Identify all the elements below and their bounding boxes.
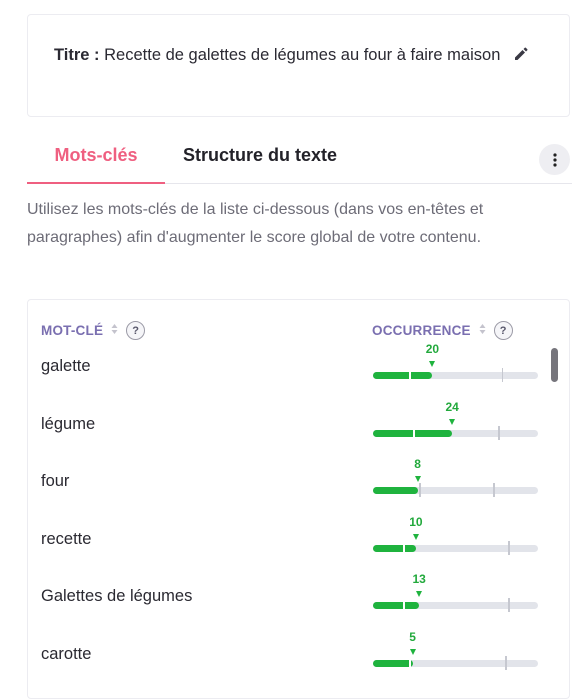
occurrence-bar: 24: [373, 400, 538, 440]
min-target-tick: [409, 368, 412, 382]
occurrence-count: 10: [409, 514, 423, 529]
kebab-menu-icon: [552, 152, 557, 167]
occurrence-fill: [373, 659, 413, 667]
max-target-tick: [505, 655, 507, 670]
keyword-label: Galettes de légumes: [41, 587, 193, 605]
tab-keywords[interactable]: Mots-clés: [27, 138, 165, 184]
sort-arrows-icon[interactable]: [111, 323, 118, 338]
scrollbar[interactable]: [551, 348, 558, 382]
current-marker-icon: [429, 361, 436, 367]
min-target-tick: [409, 655, 412, 670]
occurrence-bar: 10: [373, 515, 538, 555]
current-marker-icon: [414, 476, 421, 482]
instructions-text: Utilisez les mots-clés de la liste ci-de…: [27, 201, 484, 246]
occurrence-bar: 20: [373, 342, 538, 382]
occurrence-fill: [373, 602, 420, 609]
occurrence-bar: 8: [373, 457, 538, 497]
occurrence-bar: 13: [373, 572, 538, 612]
occurrence-fill: [373, 487, 418, 494]
max-target-tick: [493, 483, 495, 497]
keyword-label: galette: [41, 357, 91, 375]
max-target-tick: [508, 540, 510, 555]
keywords-table: MOT-CLÉ ? OCCURRENCE ? galette 20 légume 24…: [27, 299, 570, 699]
tab-text-structure[interactable]: Structure du texte: [183, 138, 337, 182]
occurrence-count: 13: [412, 572, 426, 586]
min-target-tick: [419, 483, 421, 497]
max-target-tick: [498, 425, 500, 440]
current-marker-icon: [449, 418, 456, 425]
title-card: Titre : Recette de galettes de légumes a…: [27, 14, 570, 117]
current-marker-icon: [409, 648, 416, 655]
min-target-tick: [402, 598, 405, 612]
min-target-tick: [402, 540, 405, 555]
occurrence-bar: 5: [373, 630, 538, 670]
tab-bar: Mots-clés Structure du texte: [27, 138, 572, 184]
keyword-label: carotte: [41, 644, 92, 663]
pencil-icon[interactable]: [513, 44, 529, 71]
occurrence-count: 20: [425, 342, 440, 356]
occurrence-fill: [373, 372, 433, 379]
occurrence-count: 24: [445, 399, 459, 414]
occurrence-column-header: OCCURRENCE ?: [372, 321, 513, 340]
sort-arrows-icon[interactable]: [479, 323, 486, 338]
occurrence-fill: [373, 544, 416, 552]
max-target-tick: [501, 368, 504, 382]
keyword-label: four: [41, 472, 70, 490]
min-target-tick: [412, 425, 415, 440]
keyword-label: recette: [41, 529, 92, 548]
title-text: Recette de galettes de légumes au four à…: [99, 46, 501, 64]
keyword-help-icon[interactable]: ?: [126, 321, 146, 340]
current-marker-icon: [416, 591, 423, 597]
occurrence-help-icon[interactable]: ?: [493, 321, 513, 340]
keyword-label: légume: [41, 414, 96, 433]
occurrence-count: 5: [409, 629, 416, 644]
title-label: Titre :: [54, 46, 100, 64]
occurrence-count: 8: [414, 457, 421, 471]
max-target-tick: [508, 598, 510, 612]
keyword-column-header: MOT-CLÉ ?: [41, 321, 146, 340]
current-marker-icon: [412, 533, 419, 540]
more-options-button[interactable]: [539, 144, 570, 175]
